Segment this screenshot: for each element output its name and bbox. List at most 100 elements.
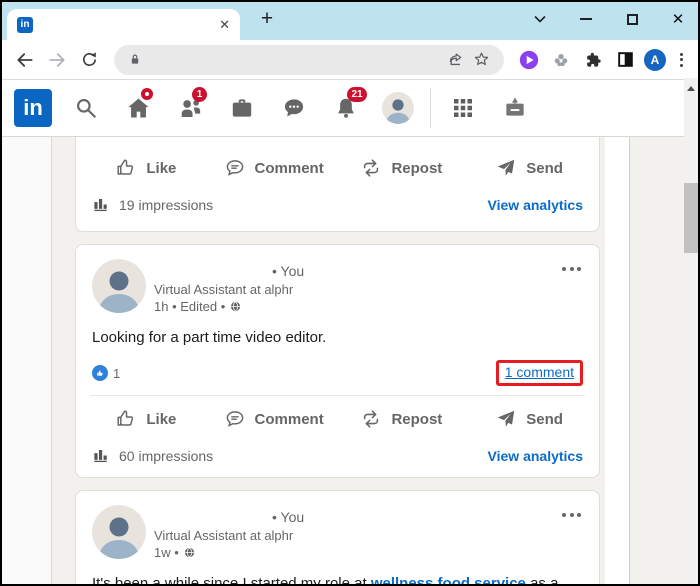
post-menu-icon[interactable]: [562, 513, 581, 517]
post-body-text: Looking for a part time video editor.: [92, 329, 327, 346]
browser-window: in ✕ + ✕ A in 1 21 Like Comment Repost S…: [0, 0, 700, 586]
post-menu-icon[interactable]: [562, 267, 581, 271]
like-button[interactable]: Like: [82, 408, 210, 430]
network-badge: 1: [192, 87, 207, 102]
linkedin-feed-area: Like Comment Repost Send 19 impressions …: [2, 137, 684, 584]
extensions-puzzle-icon[interactable]: [580, 47, 606, 73]
reaction-count: 1: [113, 365, 121, 381]
post-author-suffix: • You: [272, 263, 305, 279]
home-badge: [141, 88, 153, 100]
back-icon[interactable]: [12, 47, 38, 73]
browser-titlebar: in ✕ + ✕: [2, 2, 698, 40]
maximize-button[interactable]: [624, 11, 640, 27]
post-author-avatar[interactable]: [92, 505, 146, 559]
comment-button[interactable]: Comment: [210, 157, 338, 179]
post-body-before: It's been a while since I started my rol…: [92, 575, 371, 584]
repost-button[interactable]: Repost: [338, 408, 466, 430]
highlight-box: 1 comment: [495, 360, 583, 386]
view-analytics-link[interactable]: View analytics: [488, 197, 583, 213]
forward-icon[interactable]: [44, 47, 70, 73]
advertise-icon[interactable]: [489, 82, 541, 134]
right-gutter: [605, 137, 630, 584]
like-label: Like: [146, 159, 177, 177]
comments-count-link[interactable]: 1 comment: [505, 364, 574, 380]
scrollbar-thumb[interactable]: [684, 183, 698, 253]
page-scrollbar[interactable]: [684, 78, 698, 584]
view-analytics-link[interactable]: View analytics: [488, 448, 583, 464]
notifications-badge: 21: [347, 87, 367, 102]
impressions-text: 19 impressions: [119, 196, 214, 213]
post-author-headline: Virtual Assistant at alphr: [154, 528, 294, 543]
linkedin-logo[interactable]: in: [14, 89, 52, 127]
send-label: Send: [526, 410, 563, 428]
post-author-headline: Virtual Assistant at alphr: [154, 282, 294, 297]
send-label: Send: [526, 159, 563, 177]
post-social-counts: 1 1 comment: [76, 358, 599, 395]
scrollbar-up-arrow-icon[interactable]: [687, 86, 695, 91]
post-stats: 60 impressions View analytics: [76, 442, 599, 477]
comment-button[interactable]: Comment: [210, 408, 338, 430]
tab-close-icon[interactable]: ✕: [217, 17, 232, 33]
globe-icon: [231, 301, 241, 312]
impressions-text: 60 impressions: [119, 447, 214, 464]
home-icon[interactable]: [112, 82, 164, 134]
like-label: Like: [146, 410, 177, 428]
minimize-button[interactable]: [578, 11, 594, 27]
reactions[interactable]: 1: [92, 365, 120, 381]
comment-label: Comment: [254, 410, 324, 428]
post-card-bottom: • You Virtual Assistant at alphr 1w • It…: [75, 490, 600, 584]
post-author-suffix: • You: [272, 509, 305, 525]
post-header: • You Virtual Assistant at alphr 1h • Ed…: [76, 257, 599, 314]
nav-divider: [430, 88, 431, 128]
post-author-avatar[interactable]: [92, 259, 146, 313]
me-avatar[interactable]: [372, 82, 424, 134]
post-actions: Like Comment Repost Send: [76, 145, 599, 191]
post-actions: Like Comment Repost Send: [76, 396, 599, 442]
reload-icon[interactable]: [76, 47, 102, 73]
for-business-grid-icon[interactable]: [437, 82, 489, 134]
send-button[interactable]: Send: [465, 157, 593, 179]
bar-chart-icon: [94, 198, 107, 212]
linkedin-navbar: in 1 21: [2, 80, 684, 137]
company-link[interactable]: wellness food service: [371, 575, 526, 584]
globe-icon: [184, 547, 194, 558]
post-header: • You Virtual Assistant at alphr 1w •: [76, 503, 599, 560]
browser-tab[interactable]: in ✕: [7, 9, 240, 40]
messaging-icon[interactable]: [268, 82, 320, 134]
my-network-icon[interactable]: 1: [164, 82, 216, 134]
like-reaction-icon: [92, 365, 108, 381]
jobs-icon[interactable]: [216, 82, 268, 134]
feed-column: Like Comment Repost Send 19 impressions …: [75, 137, 600, 584]
share-icon[interactable]: [442, 47, 468, 73]
left-gutter: [2, 137, 52, 584]
browser-profile-avatar[interactable]: A: [644, 48, 666, 71]
bookmark-star-icon[interactable]: [468, 47, 494, 73]
like-button[interactable]: Like: [82, 157, 210, 179]
repost-label: Repost: [391, 410, 443, 428]
browser-toolbar: A: [2, 40, 698, 80]
linkedin-favicon: in: [17, 16, 33, 33]
split-square-icon[interactable]: [612, 47, 638, 73]
extension-gray-icon[interactable]: [548, 47, 574, 73]
send-button[interactable]: Send: [465, 408, 593, 430]
extension-play-icon[interactable]: [516, 47, 542, 73]
post-meta-text: 1h • Edited •: [154, 299, 226, 314]
bar-chart-icon: [94, 449, 107, 463]
chevron-down-icon[interactable]: [532, 11, 548, 27]
repost-label: Repost: [391, 159, 443, 177]
notifications-bell-icon[interactable]: 21: [320, 82, 372, 134]
post-meta-text: 1w •: [154, 545, 179, 560]
post-card-main: • You Virtual Assistant at alphr 1h • Ed…: [75, 244, 600, 478]
new-tab-button[interactable]: +: [254, 6, 280, 32]
browser-menu-icon[interactable]: [672, 47, 690, 73]
lock-icon: [126, 51, 144, 69]
repost-button[interactable]: Repost: [338, 157, 466, 179]
search-icon[interactable]: [60, 82, 112, 134]
window-controls: ✕: [532, 4, 686, 34]
comment-label: Comment: [254, 159, 324, 177]
post-card-top: Like Comment Repost Send 19 impressions …: [75, 137, 600, 232]
address-bar[interactable]: [114, 44, 504, 75]
post-stats: 19 impressions View analytics: [76, 191, 599, 226]
post-body-text: It's been a while since I started my rol…: [76, 560, 599, 584]
close-button[interactable]: ✕: [670, 11, 686, 28]
